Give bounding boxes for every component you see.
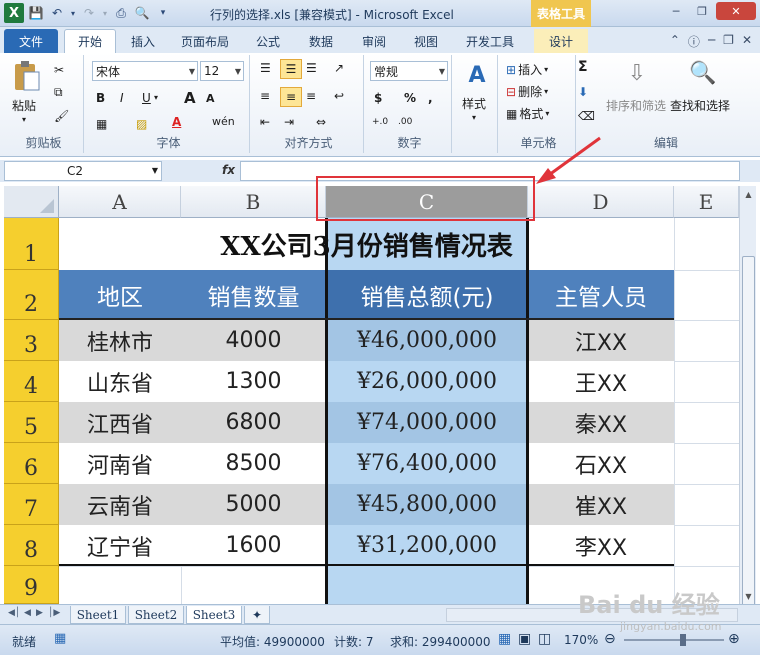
watermark-logo: Bai du 经验 — [578, 591, 720, 619]
annotation-arrow-icon — [536, 136, 601, 184]
watermark-url: jingyan.baidu.com — [620, 620, 722, 633]
